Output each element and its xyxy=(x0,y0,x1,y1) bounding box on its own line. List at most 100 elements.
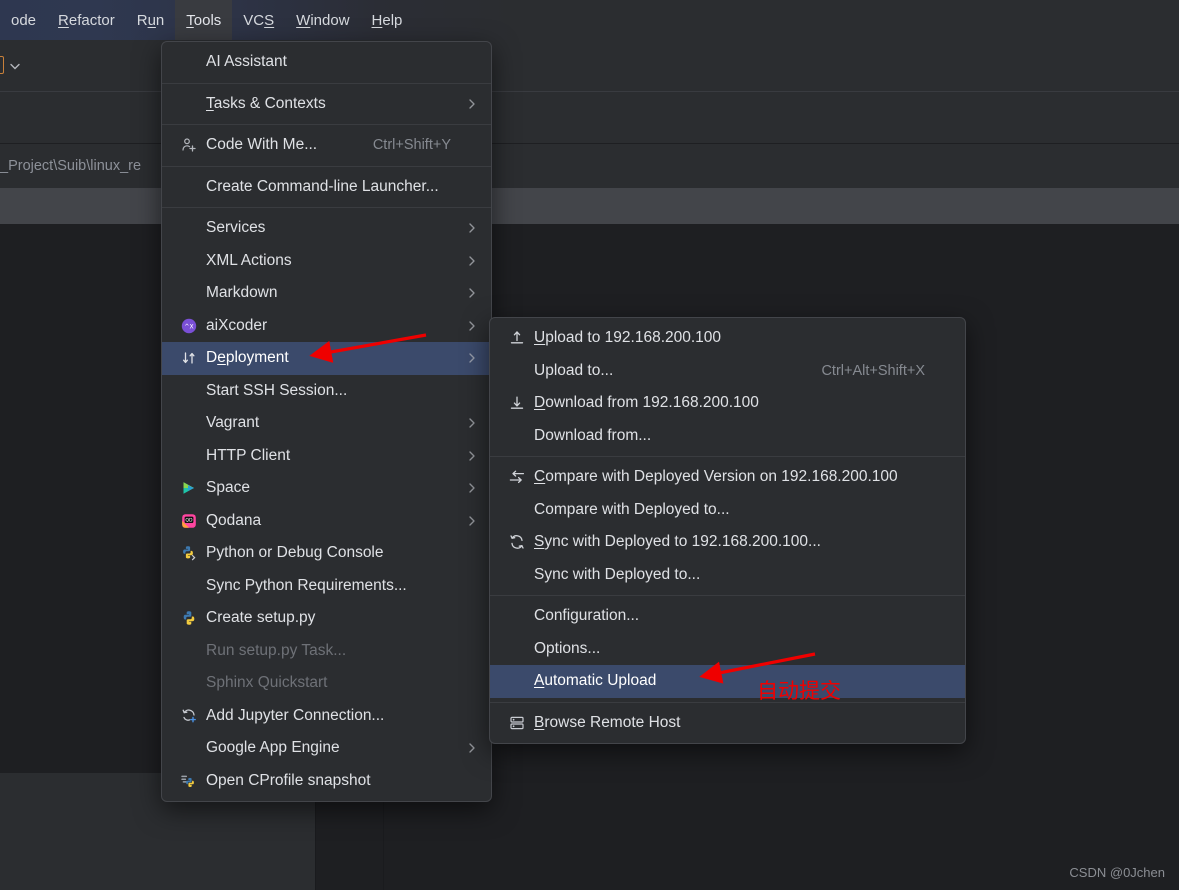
tools-menu-item-sync-python-requirements[interactable]: Sync Python Requirements... xyxy=(162,570,491,603)
deployment-submenu-item-compare-with-deployed-version-on-192-168-200-100[interactable]: Compare with Deployed Version on 192.168… xyxy=(490,461,965,494)
tools-menu-item-google-app-engine[interactable]: Google App Engine xyxy=(162,732,491,765)
sync-icon xyxy=(506,534,528,550)
menu-item-label: Add Jupyter Connection... xyxy=(206,706,385,724)
menu-separator xyxy=(490,456,965,457)
chevron-down-icon[interactable] xyxy=(8,59,22,73)
menu-item-label: Code With Me... xyxy=(206,136,318,154)
menu-item-label: Create Command-line Launcher... xyxy=(206,177,439,195)
menu-item-shortcut: Ctrl+Shift+Y xyxy=(372,137,451,154)
deployment-submenu-item-sync-with-deployed-to[interactable]: Sync with Deployed to... xyxy=(490,559,965,592)
menu-item-label: Sync with Deployed to... xyxy=(534,565,701,583)
menubar-item-window[interactable]: Window xyxy=(285,0,360,40)
chevron-right-icon xyxy=(465,514,479,528)
run-config-chip[interactable] xyxy=(0,56,4,74)
menu-item-label: Vagrant xyxy=(206,414,260,432)
watermark: CSDN @0Jchen xyxy=(1069,865,1165,880)
aixcoder-icon: ^X xyxy=(178,318,200,334)
tools-menu-item-deployment[interactable]: Deployment xyxy=(162,342,491,375)
tools-menu-item-markdown[interactable]: Markdown xyxy=(162,277,491,310)
menu-item-label: Markdown xyxy=(206,284,278,302)
menu-item-label: Create setup.py xyxy=(206,609,316,627)
deployment-submenu-item-options[interactable]: Options... xyxy=(490,633,965,666)
chevron-right-icon xyxy=(465,741,479,755)
menubar-item-code[interactable]: ode xyxy=(0,0,47,40)
menu-separator xyxy=(162,82,491,84)
menu-separator xyxy=(162,207,491,208)
deployment-submenu-item-configuration[interactable]: Configuration... xyxy=(490,600,965,633)
menubar-item-help[interactable]: Help xyxy=(361,0,414,40)
tools-menu-item-qodana[interactable]: QD Qodana xyxy=(162,505,491,538)
remote-host-icon xyxy=(506,715,528,731)
python-console-icon xyxy=(178,545,200,561)
annotation-chinese-note: 自动提交 xyxy=(757,679,841,703)
tools-menu-item-create-setup-py[interactable]: Create setup.py xyxy=(162,602,491,635)
deployment-submenu-item-download-from-192-168-200-100[interactable]: Download from 192.168.200.100 xyxy=(490,387,965,420)
menu-item-label: aiXcoder xyxy=(206,316,268,334)
tools-menu-item-http-client[interactable]: HTTP Client xyxy=(162,440,491,473)
menubar-item-tools[interactable]: Tools xyxy=(175,0,233,40)
tools-dropdown-menu[interactable]: AI Assistant Tasks & Contexts Code With Me… xyxy=(161,41,492,802)
tools-menu-item-start-ssh-session[interactable]: Start SSH Session... xyxy=(162,375,491,408)
download-icon xyxy=(506,395,528,411)
deployment-submenu-item-upload-to[interactable]: Upload to... Ctrl+Alt+Shift+X xyxy=(490,355,965,388)
tools-menu-item-vagrant[interactable]: Vagrant xyxy=(162,407,491,440)
space-icon xyxy=(178,480,200,496)
compare-icon xyxy=(506,469,528,485)
menu-item-label: HTTP Client xyxy=(206,446,291,464)
tools-menu-item-run-setup-py-task: Run setup.py Task... xyxy=(162,635,491,668)
tools-menu-item-sphinx-quickstart: Sphinx Quickstart xyxy=(162,667,491,700)
menu-bar[interactable]: ode Refactor Run Tools VCS Window Help xyxy=(0,0,1179,40)
tools-menu-item-python-or-debug-console[interactable]: Python or Debug Console xyxy=(162,537,491,570)
chevron-right-icon xyxy=(465,254,479,268)
deployment-submenu-item-download-from[interactable]: Download from... xyxy=(490,420,965,453)
menu-item-label: Options... xyxy=(534,639,601,657)
menu-separator xyxy=(490,701,965,703)
menu-item-label: AI Assistant xyxy=(206,53,287,71)
deployment-submenu-item-compare-with-deployed-to[interactable]: Compare with Deployed to... xyxy=(490,494,965,527)
chevron-right-icon xyxy=(465,286,479,300)
menu-item-label: Sphinx Quickstart xyxy=(206,674,328,692)
tools-menu-item-space[interactable]: Space xyxy=(162,472,491,505)
menu-item-label: Start SSH Session... xyxy=(206,381,348,399)
chevron-right-icon xyxy=(465,416,479,430)
menubar-item-vcs[interactable]: VCS xyxy=(232,0,285,40)
tools-menu-item-services[interactable]: Services xyxy=(162,212,491,245)
menu-item-shortcut: Ctrl+Alt+Shift+X xyxy=(821,362,925,379)
menu-item-label: Configuration... xyxy=(534,607,640,625)
cprofile-icon xyxy=(178,773,200,789)
breadcrumb-path: _Project\Suib\linux_re xyxy=(0,158,142,174)
deployment-submenu-item-upload-to-192-168-200-100[interactable]: Upload to 192.168.200.100 xyxy=(490,322,965,355)
deployment-submenu[interactable]: Upload to 192.168.200.100 Upload to... Ctr… xyxy=(489,317,966,744)
menu-item-label: Deployment xyxy=(206,349,289,367)
chevron-right-icon xyxy=(465,97,479,111)
menu-item-label: XML Actions xyxy=(206,251,292,269)
menu-item-label: Qodana xyxy=(206,511,262,529)
chevron-right-icon xyxy=(465,351,479,365)
menu-item-label: Upload to 192.168.200.100 xyxy=(534,329,722,347)
menu-item-label: Sync Python Requirements... xyxy=(206,576,407,594)
tools-menu-item-tasks-contexts[interactable]: Tasks & Contexts xyxy=(162,88,491,121)
tools-menu-item-add-jupyter-connection[interactable]: Add Jupyter Connection... xyxy=(162,700,491,733)
tools-menu-item-create-command-line-launcher[interactable]: Create Command-line Launcher... xyxy=(162,171,491,204)
menu-item-label: Open CProfile snapshot xyxy=(206,771,371,789)
python-icon xyxy=(178,610,200,626)
menu-item-label: Upload to... xyxy=(534,361,614,379)
menubar-item-refactor[interactable]: Refactor xyxy=(47,0,126,40)
menu-separator xyxy=(162,165,491,167)
tools-menu-item-xml-actions[interactable]: XML Actions xyxy=(162,245,491,278)
tools-menu-item-code-with-me[interactable]: Code With Me... Ctrl+Shift+Y xyxy=(162,129,491,162)
menu-item-label: Compare with Deployed Version on 192.168… xyxy=(534,468,898,486)
deployment-submenu-item-browse-remote-host[interactable]: Browse Remote Host xyxy=(490,707,965,740)
menu-item-label: Download from... xyxy=(534,426,652,444)
menu-item-label: Space xyxy=(206,479,250,497)
tools-menu-item-open-cprofile-snapshot[interactable]: Open CProfile snapshot xyxy=(162,765,491,798)
jupyter-plus-icon xyxy=(178,708,200,724)
tools-menu-item-ai-assistant[interactable]: AI Assistant xyxy=(162,46,491,79)
deployment-submenu-item-sync-with-deployed-to-192-168-200-100[interactable]: Sync with Deployed to 192.168.200.100... xyxy=(490,526,965,559)
deployment-submenu-item-automatic-upload[interactable]: Automatic Upload xyxy=(490,665,965,698)
menu-item-label: Automatic Upload xyxy=(534,672,657,690)
upload-icon xyxy=(506,330,528,346)
svg-text:QD: QD xyxy=(185,517,193,523)
tools-menu-item-aixcoder[interactable]: ^X aiXcoder xyxy=(162,310,491,343)
menubar-item-run[interactable]: Run xyxy=(126,0,176,40)
